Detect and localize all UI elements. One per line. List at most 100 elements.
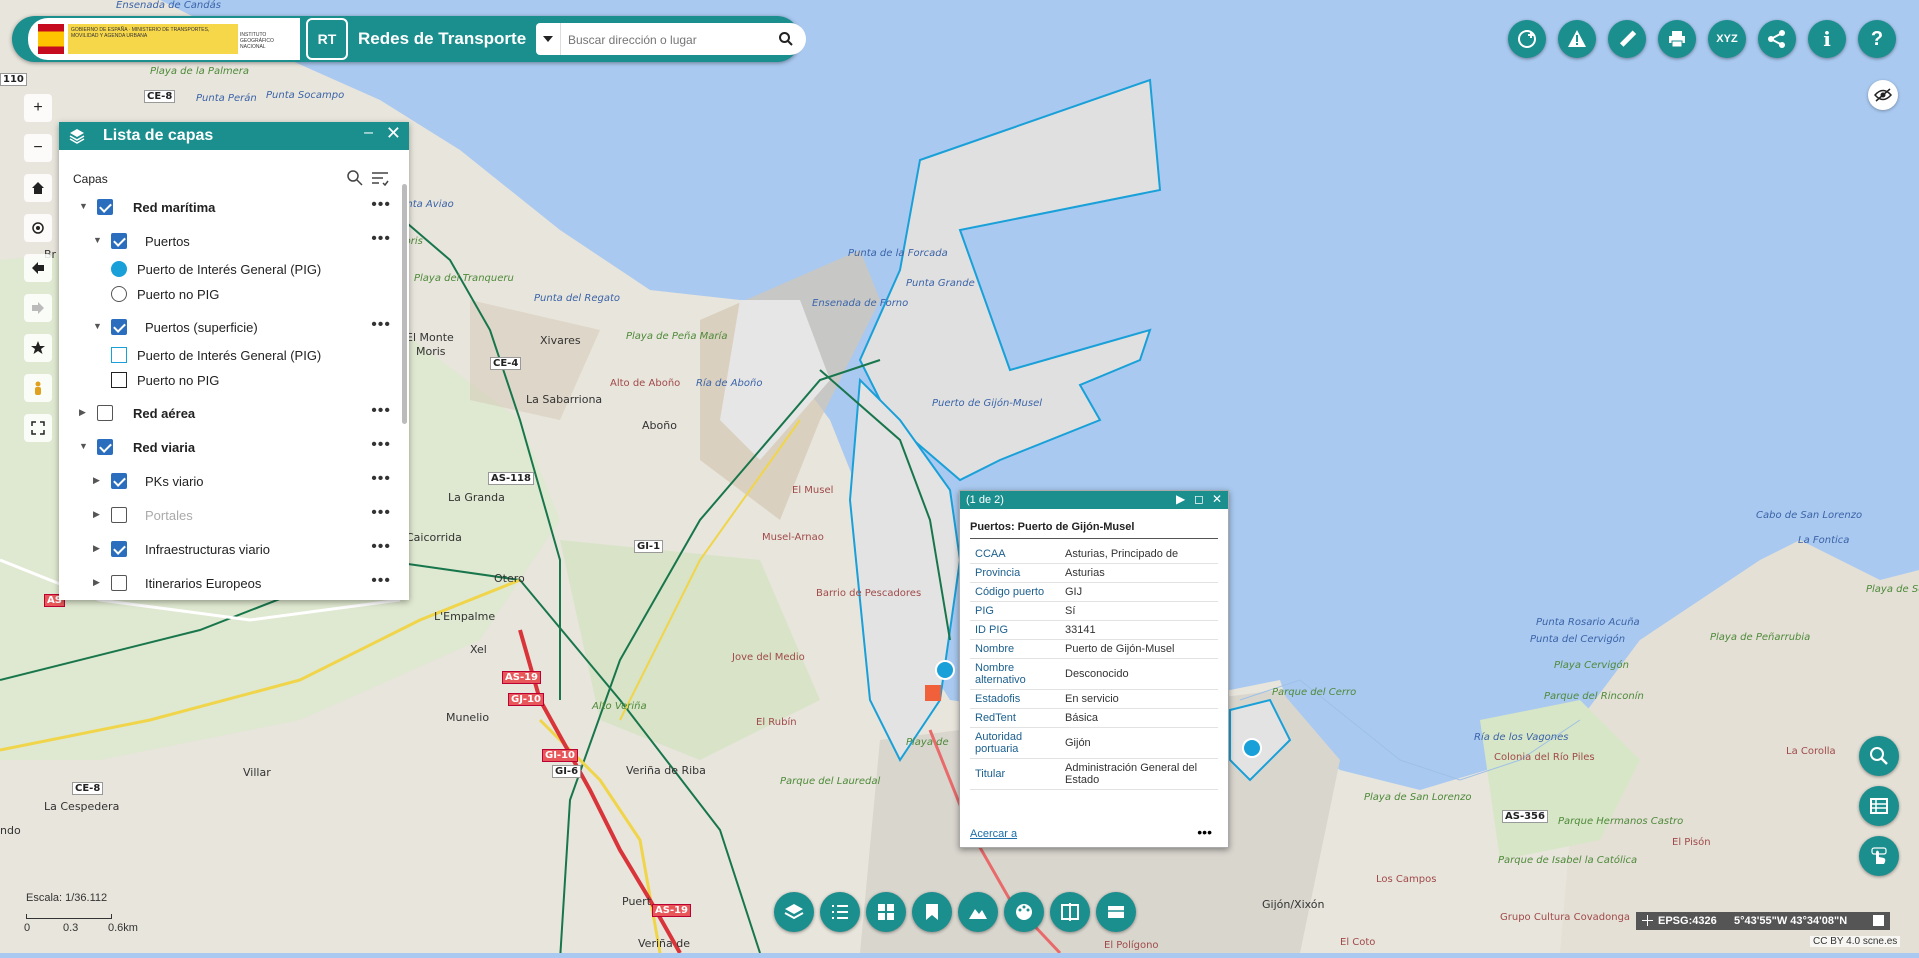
scale-text: Escala: 1/36.112 bbox=[26, 892, 108, 904]
road-label: 110 bbox=[0, 73, 27, 86]
chevron-right-icon[interactable]: ▶ bbox=[93, 509, 100, 520]
road-label: GI-10 bbox=[542, 749, 578, 762]
help-button[interactable]: ? bbox=[1858, 20, 1896, 58]
xyz-button[interactable]: XYZ bbox=[1708, 20, 1746, 58]
layer-options-icon[interactable]: ••• bbox=[371, 470, 391, 488]
basemap-button[interactable] bbox=[1096, 892, 1136, 932]
home-button[interactable] bbox=[24, 174, 52, 202]
layer-options-icon[interactable]: ••• bbox=[371, 572, 391, 590]
chevron-right-icon[interactable]: ▶ bbox=[93, 543, 100, 554]
layer-checkbox[interactable] bbox=[111, 319, 127, 335]
touch-button[interactable] bbox=[1859, 836, 1899, 876]
info-button[interactable]: i bbox=[1808, 20, 1846, 58]
minimize-icon[interactable]: – bbox=[364, 124, 373, 142]
chevron-down-icon[interactable]: ▼ bbox=[79, 441, 88, 451]
layer-checkbox[interactable] bbox=[97, 439, 113, 455]
layer-options-icon[interactable]: ••• bbox=[371, 402, 391, 420]
warning-button[interactable] bbox=[1558, 20, 1596, 58]
filter-list-icon[interactable] bbox=[371, 170, 389, 186]
fullscreen-button[interactable] bbox=[24, 414, 52, 442]
layer-list-body: Capas ▼ Red marítima ••• ▼ Puertos ••• Puerto … bbox=[59, 150, 409, 600]
layers-button[interactable] bbox=[774, 892, 814, 932]
chevron-right-icon[interactable]: ▶ bbox=[93, 475, 100, 486]
government-logo[interactable]: GOBIERNO DE ESPAÑA · MINISTERIO DE TRANS… bbox=[28, 18, 300, 60]
search-map-button[interactable] bbox=[1859, 736, 1899, 776]
close-icon[interactable]: ✕ bbox=[1212, 492, 1222, 506]
layer-checkbox[interactable] bbox=[97, 405, 113, 421]
layer-checkbox[interactable] bbox=[111, 541, 127, 557]
table-button[interactable] bbox=[1859, 786, 1899, 826]
layer-checkbox[interactable] bbox=[97, 199, 113, 215]
zoom-in-button[interactable]: + bbox=[24, 94, 52, 122]
attribution[interactable]: CC BY 4.0 scne.es bbox=[1810, 936, 1901, 947]
chevron-right-icon[interactable]: ▶ bbox=[79, 407, 86, 418]
layer-item[interactable]: ▶ Portales ••• bbox=[59, 504, 397, 528]
next-extent-button[interactable] bbox=[24, 294, 52, 322]
layer-item[interactable]: ▶ Infraestructuras viario ••• bbox=[59, 538, 397, 562]
search-input[interactable] bbox=[566, 27, 770, 53]
layer-checkbox[interactable] bbox=[111, 575, 127, 591]
layer-item[interactable]: ▶ Red aérea ••• bbox=[59, 402, 397, 426]
layer-item[interactable]: ▼ Red viaria ••• bbox=[59, 436, 397, 460]
bookmarks-button[interactable] bbox=[24, 334, 52, 362]
layer-options-icon[interactable]: ••• bbox=[371, 538, 391, 556]
list-button[interactable] bbox=[820, 892, 860, 932]
scrollbar[interactable] bbox=[402, 184, 407, 424]
palette-button[interactable] bbox=[1004, 892, 1044, 932]
close-icon[interactable]: ✕ bbox=[386, 123, 401, 144]
popup-header: (1 de 2) ▶ ◻ ✕ bbox=[960, 491, 1228, 509]
chevron-down-icon[interactable]: ▼ bbox=[79, 201, 88, 211]
feature-popup: (1 de 2) ▶ ◻ ✕ Puertos: Puerto de Gijón-… bbox=[959, 490, 1229, 848]
layer-checkbox[interactable] bbox=[111, 507, 127, 523]
layer-options-icon[interactable]: ••• bbox=[371, 504, 391, 522]
layer-options-icon[interactable]: ••• bbox=[371, 196, 391, 214]
add-service-button[interactable] bbox=[1508, 20, 1546, 58]
chevron-down-icon[interactable]: ▼ bbox=[93, 235, 102, 245]
locate-button[interactable] bbox=[24, 214, 52, 242]
layer-options-icon[interactable]: ••• bbox=[371, 436, 391, 454]
layer-item[interactable]: ▼ Red marítima ••• bbox=[59, 196, 397, 220]
attribute-row: CCAA Asturias, Principado de bbox=[970, 545, 1218, 564]
play-icon[interactable]: ▶ bbox=[1176, 492, 1185, 506]
map-label: Los Campos bbox=[1376, 874, 1437, 885]
layer-checkbox[interactable] bbox=[111, 233, 127, 249]
maximize-icon[interactable]: ◻ bbox=[1194, 492, 1204, 506]
layer-item[interactable]: ▼ Puertos (superficie) ••• bbox=[59, 316, 397, 340]
layers-icon bbox=[784, 904, 804, 920]
share-button[interactable] bbox=[1758, 20, 1796, 58]
print-button[interactable] bbox=[1658, 20, 1696, 58]
bookmark-button[interactable] bbox=[912, 892, 952, 932]
attribute-row: ID PIG 33141 bbox=[970, 620, 1218, 640]
attribute-row: PIG Sí bbox=[970, 601, 1218, 621]
map-label: Playa del Tranqueru bbox=[414, 273, 514, 284]
chevron-right-icon[interactable]: ▶ bbox=[93, 577, 100, 588]
search-dropdown-button[interactable] bbox=[536, 23, 561, 55]
map-label: Villar bbox=[243, 766, 271, 779]
locate-icon bbox=[32, 222, 44, 234]
grid-button[interactable] bbox=[866, 892, 906, 932]
layer-item[interactable]: ▶ PKs viario ••• bbox=[59, 470, 397, 494]
layer-item[interactable]: ▼ Puertos ••• bbox=[59, 230, 397, 254]
layer-checkbox[interactable] bbox=[111, 473, 127, 489]
attribute-value: Gijón bbox=[1060, 727, 1218, 759]
street-view-button[interactable] bbox=[24, 374, 52, 402]
layer-options-icon[interactable]: ••• bbox=[371, 316, 391, 334]
chevron-down-icon[interactable]: ▼ bbox=[93, 321, 102, 331]
coords-toggle[interactable] bbox=[1873, 915, 1884, 926]
layer-item[interactable]: ▶ Itinerarios Europeos ••• bbox=[59, 572, 397, 596]
layer-options-icon[interactable]: ••• bbox=[371, 230, 391, 248]
zoom-to-link[interactable]: Acercar a bbox=[970, 828, 1017, 840]
terrain-button[interactable] bbox=[958, 892, 998, 932]
map-label: Punta Rosario Acuña bbox=[1536, 617, 1640, 628]
previous-extent-button[interactable] bbox=[24, 254, 52, 282]
compare-button[interactable] bbox=[1050, 892, 1090, 932]
arrow-right-icon bbox=[32, 302, 44, 314]
more-actions-icon[interactable]: ••• bbox=[1197, 824, 1212, 840]
hide-ui-button[interactable] bbox=[1868, 80, 1898, 110]
search-button[interactable] bbox=[776, 29, 796, 49]
search-layer-icon[interactable] bbox=[347, 170, 363, 186]
coordinates-bar[interactable]: EPSG:4326 5°43'55"W 43°34'08"N bbox=[1636, 912, 1890, 930]
zoom-out-button[interactable]: − bbox=[24, 134, 52, 162]
redes-transporte-logo[interactable]: RT bbox=[306, 18, 348, 60]
measure-button[interactable] bbox=[1608, 20, 1646, 58]
